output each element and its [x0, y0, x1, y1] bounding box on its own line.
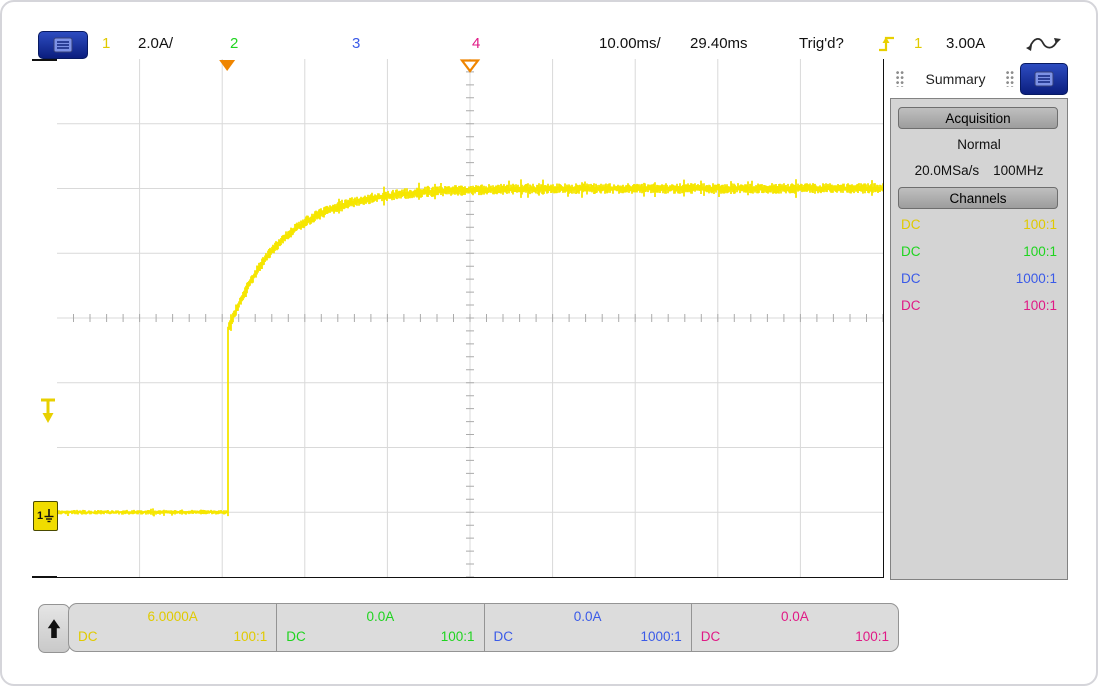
acquisition-rates: 20.0MSa/s 100MHz [891, 163, 1067, 178]
menu-icon [1031, 69, 1057, 89]
channel-coupling: DC [901, 292, 921, 319]
channel-4-info-panel[interactable]: 0.0A DC 100:1 [691, 604, 898, 651]
channels-button[interactable]: Channels [898, 187, 1058, 209]
channel-probe-ratio: 100:1 [441, 627, 475, 646]
main-menu-button[interactable] [38, 31, 88, 59]
trigger-level-marker[interactable] [39, 397, 57, 430]
channel-probe-ratio: 1000:1 [1016, 265, 1057, 292]
waveform-canvas [57, 59, 883, 577]
channel-3-button[interactable]: 3 [352, 30, 360, 58]
channel-probe-ratio: 1000:1 [640, 627, 681, 646]
channel-probe-ratio: 100:1 [1023, 292, 1057, 319]
trigger-status: Trig'd? [799, 30, 844, 58]
drag-grip-left[interactable] [896, 71, 905, 87]
channel-coupling: DC [78, 627, 98, 646]
summary-channel-2-row[interactable]: DC 100:1 [891, 238, 1067, 265]
timebase-readout[interactable]: 10.00ms/ [599, 30, 661, 58]
summary-panel-title: Summary [905, 71, 1006, 87]
channel-2-button[interactable]: 2 [230, 30, 238, 58]
summary-panel-header: Summary [890, 62, 1068, 96]
channel-2-info-panel[interactable]: 0.0A DC 100:1 [276, 604, 483, 651]
channel-info-bar: 6.0000A DC 100:1 0.0A DC 100:1 0.0A DC 1… [68, 603, 899, 652]
ground-symbol-icon [44, 509, 54, 523]
bandwidth: 100MHz [993, 163, 1043, 178]
channel-coupling: DC [901, 238, 921, 265]
summary-channel-1-row[interactable]: DC 100:1 [891, 211, 1067, 238]
sample-rate: 20.0MSa/s [915, 163, 980, 178]
channel-probe-ratio: 100:1 [1023, 238, 1057, 265]
expand-footer-button[interactable] [38, 604, 70, 653]
summary-panel: Acquisition Normal 20.0MSa/s 100MHz Chan… [890, 98, 1068, 580]
drag-grip-right[interactable] [1006, 71, 1015, 87]
trigger-mode-cycle-icon[interactable] [1024, 34, 1062, 64]
channel-probe-ratio: 100:1 [1023, 211, 1057, 238]
channel-coupling: DC [901, 211, 921, 238]
channel-1-button[interactable]: 1 [102, 30, 110, 58]
time-reference-marker[interactable] [462, 61, 478, 72]
acquisition-button[interactable]: Acquisition [898, 107, 1058, 129]
channel-probe-ratio: 100:1 [855, 627, 889, 646]
channel-probe-ratio: 100:1 [233, 627, 267, 646]
trigger-point-marker[interactable] [219, 60, 235, 71]
channel-1-scale[interactable]: 2.0A/ [138, 30, 173, 58]
delay-readout[interactable]: 29.40ms [690, 30, 748, 58]
channel-1-ground-marker[interactable]: 1 [33, 501, 58, 531]
channel-3-info-panel[interactable]: 0.0A DC 1000:1 [484, 604, 691, 651]
menu-icon [50, 35, 76, 55]
channel-coupling: DC [286, 627, 306, 646]
up-arrow-icon [43, 613, 65, 645]
channel-4-button[interactable]: 4 [472, 30, 480, 58]
channel-value: 6.0000A [78, 607, 267, 627]
channel-coupling: DC [494, 627, 514, 646]
summary-channel-3-row[interactable]: DC 1000:1 [891, 265, 1067, 292]
channel-coupling: DC [701, 627, 721, 646]
acquisition-mode: Normal [891, 137, 1067, 152]
channel-1-info-panel[interactable]: 6.0000A DC 100:1 [69, 604, 276, 651]
waveform-display-area[interactable] [57, 59, 883, 577]
oscilloscope-screen: 1 2.0A/ 2 3 4 10.00ms/ 29.40ms Trig'd? 1… [0, 0, 1098, 686]
ground-marker-label: 1 [37, 510, 43, 522]
channel-value: 0.0A [701, 607, 889, 627]
trigger-level-readout[interactable]: 3.00A [946, 30, 985, 58]
channel-coupling: DC [901, 265, 921, 292]
summary-menu-button[interactable] [1020, 63, 1068, 95]
channel-value: 0.0A [286, 607, 474, 627]
summary-channel-4-row[interactable]: DC 100:1 [891, 292, 1067, 319]
top-status-bar: 1 2.0A/ 2 3 4 10.00ms/ 29.40ms Trig'd? 1… [2, 30, 1096, 60]
channel-value: 0.0A [494, 607, 682, 627]
trigger-source[interactable]: 1 [914, 30, 922, 58]
